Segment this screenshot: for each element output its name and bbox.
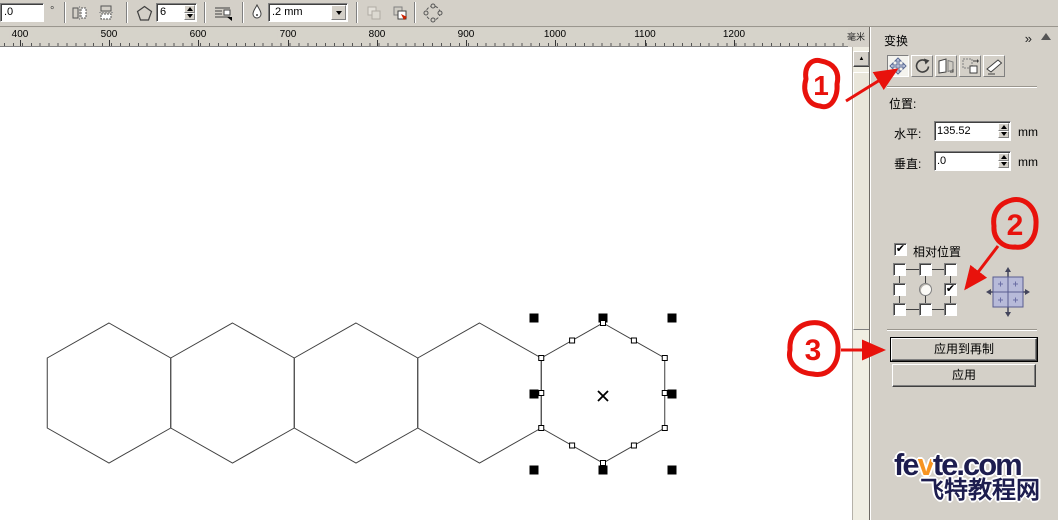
hexagon-4 — [417, 322, 542, 464]
polygon-points-field[interactable] — [156, 3, 197, 22]
anchor-bottom-right-checkbox[interactable] — [944, 303, 957, 316]
order-front-icon[interactable] — [388, 2, 412, 24]
position-section-label: 位置: — [889, 97, 917, 111]
polygon-points-input[interactable] — [160, 6, 184, 18]
ruler-label: 1000 — [541, 29, 569, 40]
anchor-top-right-checkbox[interactable] — [944, 263, 957, 276]
logo-line1: fevte.com — [894, 447, 1023, 482]
degree-symbol: ° — [50, 5, 55, 17]
horizontal-value-field[interactable] — [934, 121, 1011, 141]
position-tool-button[interactable] — [887, 55, 909, 77]
ruler-label: 700 — [277, 29, 299, 40]
horizontal-stepper[interactable] — [998, 123, 1009, 138]
center-x-marker — [597, 390, 609, 402]
outline-width-dropdown[interactable]: .2 mm — [268, 3, 348, 22]
skew-icon — [986, 59, 1003, 75]
ruler-label: 1200 — [720, 29, 748, 40]
apply-button[interactable]: 应用 — [892, 364, 1036, 387]
polygon-icon — [132, 2, 156, 24]
relative-position-label: 相对位置 — [913, 245, 962, 259]
horizontal-unit-label: mm — [1018, 125, 1038, 139]
docker-header: 变换 » — [872, 30, 1058, 48]
rotate-arrow-icon — [915, 58, 930, 73]
coreldraw-window: ° .2 mm — [0, 0, 1058, 520]
flip-horizontal-icon[interactable] — [68, 2, 92, 24]
scroll-up-icon[interactable]: ▲ — [853, 51, 870, 67]
outline-pen-icon — [247, 2, 267, 24]
skew-tool-button[interactable] — [983, 55, 1005, 77]
horizontal-label: 水平: — [894, 127, 922, 141]
rotate-tool-button[interactable] — [911, 55, 933, 77]
property-bar: ° .2 mm — [0, 0, 1058, 27]
anchor-center-radio[interactable] — [919, 283, 932, 296]
hexagon-5-selected — [540, 322, 666, 464]
toolbar-separator — [126, 2, 128, 23]
anchor-middle-left-checkbox[interactable] — [893, 283, 906, 296]
docker-expand-icon[interactable]: » — [1025, 31, 1032, 46]
rotation-angle-input[interactable] — [4, 6, 40, 18]
size-tool-button[interactable] — [959, 55, 981, 77]
ruler-label: 500 — [98, 29, 120, 40]
transform-docker: 变换 » 位置: 水平: mm 垂直: — [869, 27, 1058, 520]
anchor-top-left-checkbox[interactable] — [893, 263, 906, 276]
hexagon-drawing — [46, 313, 677, 475]
anchor-bottom-left-checkbox[interactable] — [893, 303, 906, 316]
logo-line2: 飞特教程网 — [920, 477, 1040, 504]
docker-title: 变换 — [884, 34, 909, 48]
anchor-top-center-checkbox[interactable] — [919, 263, 932, 276]
move-cross-icon — [889, 57, 907, 75]
ruler-label: 1100 — [632, 29, 658, 40]
horizontal-ruler: 400 500 600 700 800 900 1000 1100 1200 — [0, 28, 848, 47]
docker-collapse-icon[interactable] — [1041, 33, 1051, 40]
drawing-canvas[interactable] — [0, 47, 852, 520]
toolbar-separator — [356, 2, 358, 23]
scale-mirror-tool-button[interactable] — [935, 55, 957, 77]
horizontal-value-input[interactable] — [937, 123, 995, 139]
toolbar-separator — [242, 2, 244, 23]
polygon-points-stepper[interactable] — [184, 5, 195, 20]
hexagon-3 — [293, 322, 419, 464]
separator — [887, 329, 1037, 331]
vertical-value-field[interactable] — [934, 151, 1011, 171]
flip-vertical-icon[interactable] — [94, 2, 118, 24]
apply-to-duplicate-button[interactable]: 应用到再制 — [891, 338, 1037, 361]
ruler-unit-label: 毫米 — [847, 32, 866, 42]
vertical-value-input[interactable] — [937, 153, 995, 169]
ruler-label: 400 — [9, 29, 31, 40]
relative-position-preview-icon — [986, 267, 1030, 320]
toolbar-separator — [64, 2, 66, 23]
separator — [887, 86, 1037, 88]
hexagon-nodes — [538, 320, 668, 466]
size-icon — [962, 58, 979, 74]
vertical-unit-label: mm — [1018, 155, 1038, 169]
vertical-stepper[interactable] — [998, 153, 1009, 168]
hexagon-2 — [170, 322, 295, 464]
ruler-label: 600 — [187, 29, 209, 40]
order-back-icon — [362, 2, 386, 24]
vertical-label: 垂直: — [894, 157, 922, 171]
fevte-logo: fevte.com 飞特教程网 — [894, 447, 1040, 504]
dropdown-arrow-icon[interactable] — [331, 5, 346, 20]
toolbar-separator — [414, 2, 416, 23]
selection-handles — [529, 313, 677, 475]
ring-nodes-icon[interactable] — [420, 2, 446, 24]
ruler-label: 900 — [455, 29, 477, 40]
ruler-label: 800 — [366, 29, 388, 40]
toolbar-separator — [204, 2, 206, 23]
anchor-bottom-center-checkbox[interactable] — [919, 303, 932, 316]
anchor-middle-right-checkbox[interactable]: ✔ — [944, 283, 957, 296]
mirror-icon — [938, 58, 954, 74]
relative-position-checkbox[interactable]: ✔ — [894, 243, 907, 256]
scrollbar-thumb[interactable] — [853, 72, 870, 330]
outline-width-value: .2 mm — [272, 6, 303, 18]
hexagon-1 — [46, 322, 172, 464]
text-wrap-icon[interactable] — [210, 2, 236, 24]
vertical-scrollbar[interactable]: ▲ — [852, 47, 870, 520]
rotation-angle-field[interactable] — [0, 3, 44, 22]
